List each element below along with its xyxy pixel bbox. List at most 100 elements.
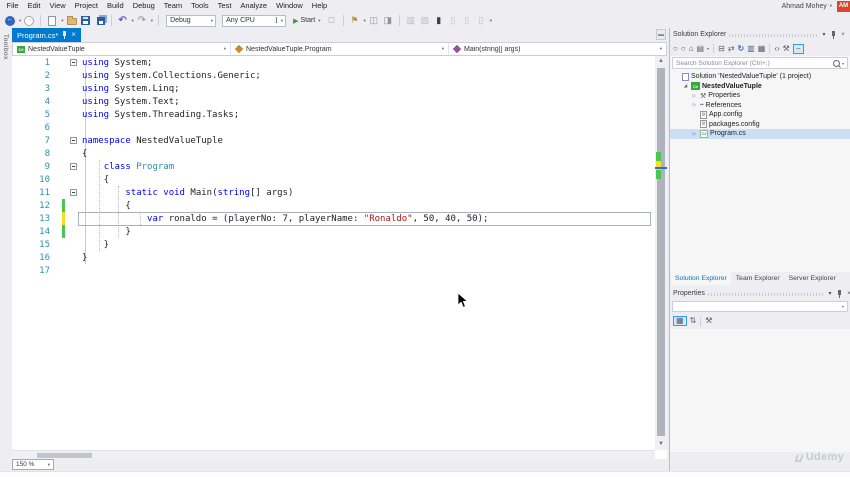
code-editor[interactable]: 1 using System; 2 using System.Collections.… <box>12 56 655 450</box>
menu-item-analyze[interactable]: Analyze <box>236 0 272 12</box>
bookmark-button[interactable]: ▮ <box>433 14 445 27</box>
expander-icon[interactable]: ▷ <box>691 102 698 108</box>
nav-back-button[interactable]: ← <box>4 14 16 27</box>
chevron-down-icon[interactable]: ▾ <box>842 61 844 66</box>
attach-to-process-button[interactable]: □ <box>326 14 338 27</box>
code-line[interactable]: 3 using System.Linq; <box>12 82 655 95</box>
tree-item-solution-nestedvaluetuple-1-project[interactable]: Solution 'NestedValueTuple' (1 project) <box>670 72 850 82</box>
search-input[interactable] <box>676 58 831 68</box>
code-line[interactable]: 4 using System.Text; <box>12 95 655 108</box>
solution-platforms-dropdown[interactable]: Any CPU I ▾ <box>222 14 287 27</box>
code-line[interactable]: 14 } <box>12 225 655 238</box>
pin-icon[interactable] <box>831 30 836 39</box>
pin-icon[interactable] <box>62 31 67 39</box>
back-button[interactable]: ○ <box>673 44 678 53</box>
tree-item-app-config[interactable]: ⚙ App.config <box>670 110 850 120</box>
chevron-down-icon[interactable]: ▾ <box>820 31 828 38</box>
properties-wrench-icon[interactable]: ⚒ <box>783 44 790 53</box>
file-nesting-button[interactable]: ▥ <box>747 44 755 53</box>
code-line[interactable]: 7 namespace NestedValueTuple <box>12 134 655 147</box>
code-line[interactable]: 11 static void Main(string[] args) <box>12 186 655 199</box>
code-line[interactable]: 17 <box>12 264 655 277</box>
toolbox-tab[interactable]: Toolbox <box>2 34 9 60</box>
open-file-button[interactable] <box>66 14 78 27</box>
expander-icon[interactable]: ◢ <box>682 83 689 89</box>
vertical-scrollbar[interactable]: ▲ ▼ <box>655 56 667 450</box>
categorized-view-button[interactable]: ▦ <box>673 316 687 326</box>
tab-team-explorer[interactable]: Team Explorer <box>732 272 784 285</box>
collapse-icon[interactable] <box>70 137 77 144</box>
code-line[interactable]: 10 { <box>12 173 655 186</box>
horizontal-scrollbar[interactable] <box>12 450 655 459</box>
view-code-button[interactable]: ‹› <box>774 44 779 53</box>
expander-icon[interactable]: ▷ <box>691 131 698 137</box>
menu-item-team[interactable]: Team <box>159 0 186 12</box>
code-line[interactable]: 2 using System.Collections.Generic; <box>12 69 655 82</box>
preview-selected-items-button[interactable]: − <box>792 43 804 54</box>
zoom-select[interactable]: 150 % ▾ <box>12 459 54 470</box>
scrollbar-thumb[interactable] <box>657 68 665 436</box>
menu-item-window[interactable]: Window <box>272 0 308 12</box>
uncomment-button[interactable]: ◨ <box>382 14 394 27</box>
menu-item-debug[interactable]: Debug <box>128 0 159 12</box>
undo-button[interactable]: ↶ <box>117 14 129 27</box>
home-icon[interactable]: ⌂ <box>689 44 694 53</box>
menu-item-edit[interactable]: Edit <box>23 0 45 12</box>
switch-views-button[interactable]: ▤ <box>697 44 705 53</box>
close-icon[interactable]: × <box>839 32 847 38</box>
sync-with-active-document-button[interactable]: ⇄ <box>728 44 735 53</box>
code-line[interactable]: 13 var ronaldo = (playerNo: 7, playerNam… <box>12 212 655 226</box>
properties-object-dropdown[interactable]: ▾ <box>672 301 848 312</box>
menu-item-test[interactable]: Test <box>213 0 236 12</box>
tree-item-packages-config[interactable]: ⚙ packages.config <box>670 120 850 130</box>
close-icon[interactable]: × <box>71 31 76 39</box>
tree-item-program-cs[interactable]: ▷ C# Program.cs <box>670 129 850 139</box>
comment-button[interactable]: ◫ <box>368 14 380 27</box>
collapse-icon[interactable] <box>70 163 77 170</box>
refresh-icon[interactable]: ↻ <box>738 44 745 53</box>
save-button[interactable] <box>80 14 92 27</box>
show-all-files-button[interactable]: ▦ <box>758 44 766 53</box>
code-line[interactable]: 15 } <box>12 238 655 251</box>
prev-bookmark-button[interactable]: ▯ <box>447 14 459 27</box>
document-tab-program-cs[interactable]: Program.cs* × <box>12 28 81 42</box>
tree-item-nestedvaluetuple[interactable]: ◢ C# NestedValueTuple <box>670 82 850 92</box>
avatar[interactable]: AM <box>837 0 850 12</box>
indent-button[interactable]: ▥ <box>405 14 417 27</box>
code-line[interactable]: 6 <box>12 121 655 134</box>
outdent-button[interactable]: ▨ <box>419 14 431 27</box>
code-line[interactable]: 16} <box>12 251 655 264</box>
close-icon[interactable]: × <box>845 291 850 297</box>
scroll-up-arrow-icon[interactable]: ▲ <box>655 56 667 67</box>
new-file-button[interactable] <box>46 14 58 27</box>
next-bookmark-button[interactable]: ▯ <box>461 14 473 27</box>
nav-type-dropdown[interactable]: NestedValueTuple.Program ▾ <box>231 43 449 55</box>
solution-explorer-search[interactable]: ▾ <box>672 57 848 69</box>
menu-item-tools[interactable]: Tools <box>187 0 214 12</box>
nav-forward-button[interactable]: → <box>23 14 35 27</box>
menu-item-help[interactable]: Help <box>307 0 331 12</box>
code-line[interactable]: 5 using System.Threading.Tasks; <box>12 108 655 121</box>
clear-bookmarks-button[interactable]: ▯ <box>475 14 487 27</box>
code-line[interactable]: 12 { <box>12 199 655 212</box>
property-pages-wrench-icon[interactable]: ⚒ <box>705 317 712 325</box>
nav-member-dropdown[interactable]: Main(string[] args) ▾ <box>449 43 666 55</box>
scroll-down-arrow-icon[interactable]: ▼ <box>655 439 667 450</box>
tab-server-explorer[interactable]: Server Explorer <box>785 272 840 285</box>
flag-button[interactable]: ⚑ <box>349 14 361 27</box>
collapse-all-button[interactable]: ⊟ <box>718 44 725 53</box>
forward-button[interactable]: ○ <box>681 44 686 53</box>
menu-item-project[interactable]: Project <box>70 0 102 12</box>
collapse-icon[interactable] <box>70 189 77 196</box>
code-line[interactable]: 9 class Program <box>12 160 655 173</box>
tab-solution-explorer[interactable]: Solution Explorer <box>671 272 731 285</box>
start-debug-button[interactable]: ▶ Start ▾ <box>290 17 323 25</box>
menu-item-view[interactable]: View <box>45 0 70 12</box>
code-line[interactable]: 1 using System; <box>12 56 655 69</box>
code-line[interactable]: 8{ <box>12 147 655 160</box>
nav-project-dropdown[interactable]: NestedValueTuple ▾ <box>13 43 231 55</box>
collapse-icon[interactable] <box>70 59 77 66</box>
redo-button[interactable]: ↷ <box>136 14 148 27</box>
save-all-button[interactable] <box>94 14 106 27</box>
tree-item-properties[interactable]: ▷ ⚒ Properties <box>670 91 850 101</box>
